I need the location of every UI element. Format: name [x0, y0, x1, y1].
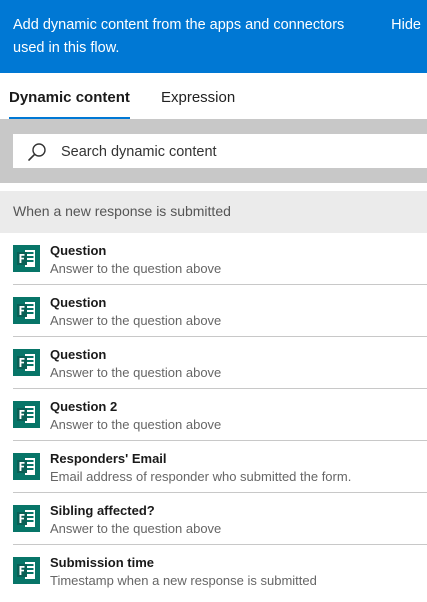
item-title: Submission time: [50, 555, 155, 570]
list-item[interactable]: Question Answer to the question above: [0, 233, 427, 285]
item-title: Question: [50, 243, 107, 258]
list-item[interactable]: Question Answer to the question above: [0, 337, 427, 389]
item-title: Question 2: [50, 399, 118, 414]
dynamic-content-list: Question Answer to the question above Qu…: [0, 233, 427, 597]
tab-expression[interactable]: Expression: [161, 89, 235, 119]
hide-button[interactable]: Hide: [391, 14, 421, 37]
microsoft-forms-icon: [13, 401, 40, 428]
item-description: Answer to the question above: [50, 261, 222, 276]
banner-text: Add dynamic content from the apps and co…: [13, 17, 345, 56]
microsoft-forms-icon: [13, 453, 40, 480]
item-description: Answer to the question above: [50, 313, 222, 328]
microsoft-forms-icon: [13, 245, 40, 272]
search-area: [0, 119, 427, 183]
microsoft-forms-icon: [13, 349, 40, 376]
search-input[interactable]: [59, 134, 423, 170]
list-item[interactable]: Sibling affected? Answer to the question…: [0, 493, 427, 545]
microsoft-forms-icon: [13, 557, 40, 584]
item-description: Email address of responder who submitted…: [50, 469, 352, 484]
item-description: Timestamp when a new response is submitt…: [50, 573, 317, 588]
tab-label: Expression: [161, 89, 236, 106]
microsoft-forms-icon: [13, 505, 40, 532]
search-box[interactable]: [13, 134, 427, 170]
item-description: Answer to the question above: [50, 417, 222, 432]
item-title: Question: [50, 347, 107, 362]
tab-bar: Dynamic content Expression: [0, 73, 427, 119]
list-item[interactable]: Submission time Timestamp when a new res…: [0, 545, 427, 597]
info-banner: Add dynamic content from the apps and co…: [0, 0, 427, 73]
list-item[interactable]: Question 2 Answer to the question above: [0, 389, 427, 441]
microsoft-forms-icon: [13, 297, 40, 324]
item-title: Question: [50, 295, 107, 310]
list-item[interactable]: Responders' Email Email address of respo…: [0, 441, 427, 493]
item-title: Sibling affected?: [50, 503, 155, 518]
item-description: Answer to the question above: [50, 521, 222, 536]
section-header[interactable]: When a new response is submitted: [0, 191, 427, 233]
item-title: Responders' Email: [50, 451, 167, 466]
tab-dynamic-content[interactable]: Dynamic content: [9, 89, 130, 119]
tab-label: Dynamic content: [9, 89, 130, 106]
search-icon: [28, 143, 46, 161]
item-description: Answer to the question above: [50, 365, 222, 380]
list-item[interactable]: Question Answer to the question above: [0, 285, 427, 337]
section-title: When a new response is submitted: [13, 203, 231, 219]
